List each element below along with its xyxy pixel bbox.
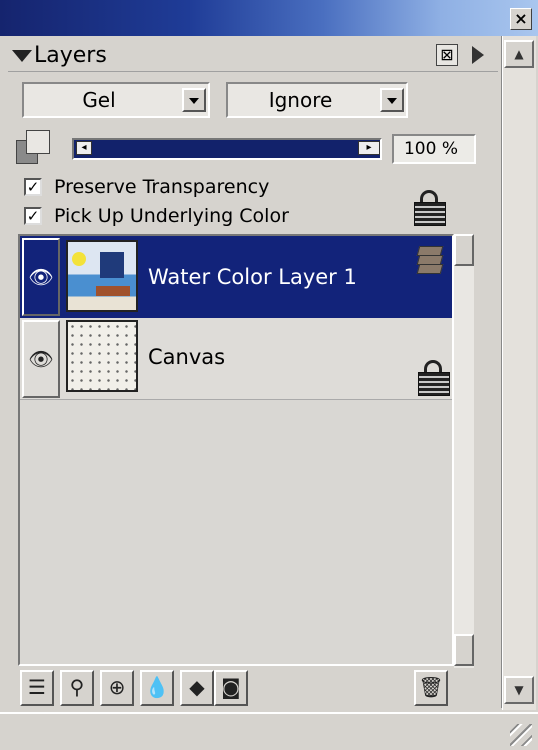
preserve-transparency-checkbox[interactable]: ✓ bbox=[24, 178, 42, 196]
layer-thumbnail bbox=[66, 320, 138, 392]
new-layer-icon[interactable]: ⊕ bbox=[100, 670, 134, 706]
window-title-bar[interactable] bbox=[0, 0, 538, 36]
palette-menu-icon[interactable] bbox=[472, 46, 484, 64]
palette-title: Layers bbox=[34, 43, 107, 68]
dynamic-plugin-icon[interactable]: ⚲ bbox=[60, 670, 94, 706]
eye-icon[interactable]: 👁 bbox=[22, 320, 60, 398]
composite-method-value: Gel bbox=[82, 88, 116, 112]
window-close-button[interactable]: × bbox=[510, 8, 532, 30]
slider-left-arrow-icon[interactable]: ◂ bbox=[76, 141, 92, 155]
layer-list-scroll-up-button[interactable] bbox=[454, 234, 474, 266]
lock-icon bbox=[418, 360, 450, 396]
create-layer-mask-icon[interactable]: ◙ bbox=[214, 670, 248, 706]
composite-method-select[interactable]: Gel bbox=[22, 82, 210, 118]
opacity-slider-thumb[interactable]: ▸ bbox=[358, 141, 380, 155]
layer-list-scroll-down-button[interactable] bbox=[454, 634, 474, 666]
window-scroll-down-button[interactable]: ▼ bbox=[504, 676, 534, 704]
pick-up-underlying-checkbox[interactable]: ✓ bbox=[24, 207, 42, 225]
opacity-slider-track[interactable] bbox=[72, 138, 382, 160]
new-liquid-ink-layer-icon[interactable]: ◆ bbox=[180, 670, 214, 706]
chevron-down-icon[interactable] bbox=[182, 88, 206, 112]
composite-depth-value: Ignore bbox=[268, 88, 333, 112]
preserve-transparency-label: Preserve Transparency bbox=[54, 176, 270, 198]
collapse-triangle-icon[interactable] bbox=[12, 50, 32, 62]
window-scroll-up-button[interactable]: ▲ bbox=[504, 40, 534, 68]
window-scrollbar[interactable]: ▲ ▼ bbox=[502, 36, 536, 710]
resize-grip-icon[interactable] bbox=[510, 724, 532, 746]
lock-layer-icon[interactable] bbox=[414, 190, 446, 226]
eye-icon[interactable]: 👁 bbox=[22, 238, 60, 316]
opacity-value-field[interactable]: 100 % bbox=[392, 134, 476, 164]
new-watercolor-layer-icon[interactable]: 💧 bbox=[140, 670, 174, 706]
layer-thumbnail bbox=[66, 240, 138, 312]
pick-up-underlying-label: Pick Up Underlying Color bbox=[54, 205, 289, 227]
opacity-icon bbox=[16, 130, 50, 164]
layer-name[interactable]: Canvas bbox=[148, 344, 225, 370]
trash-icon[interactable]: 🗑 bbox=[414, 670, 448, 706]
layer-name[interactable]: Water Color Layer 1 bbox=[148, 264, 357, 290]
composite-depth-select[interactable]: Ignore bbox=[226, 82, 408, 118]
status-bar bbox=[0, 712, 538, 750]
watercolor-layer-type-icon bbox=[416, 244, 444, 274]
chevron-down-icon[interactable] bbox=[380, 88, 404, 112]
layer-adjuster-icon[interactable]: ☰ bbox=[20, 670, 54, 706]
palette-close-button[interactable]: ⊠ bbox=[436, 44, 458, 66]
layer-list-scrollbar[interactable] bbox=[454, 234, 474, 668]
